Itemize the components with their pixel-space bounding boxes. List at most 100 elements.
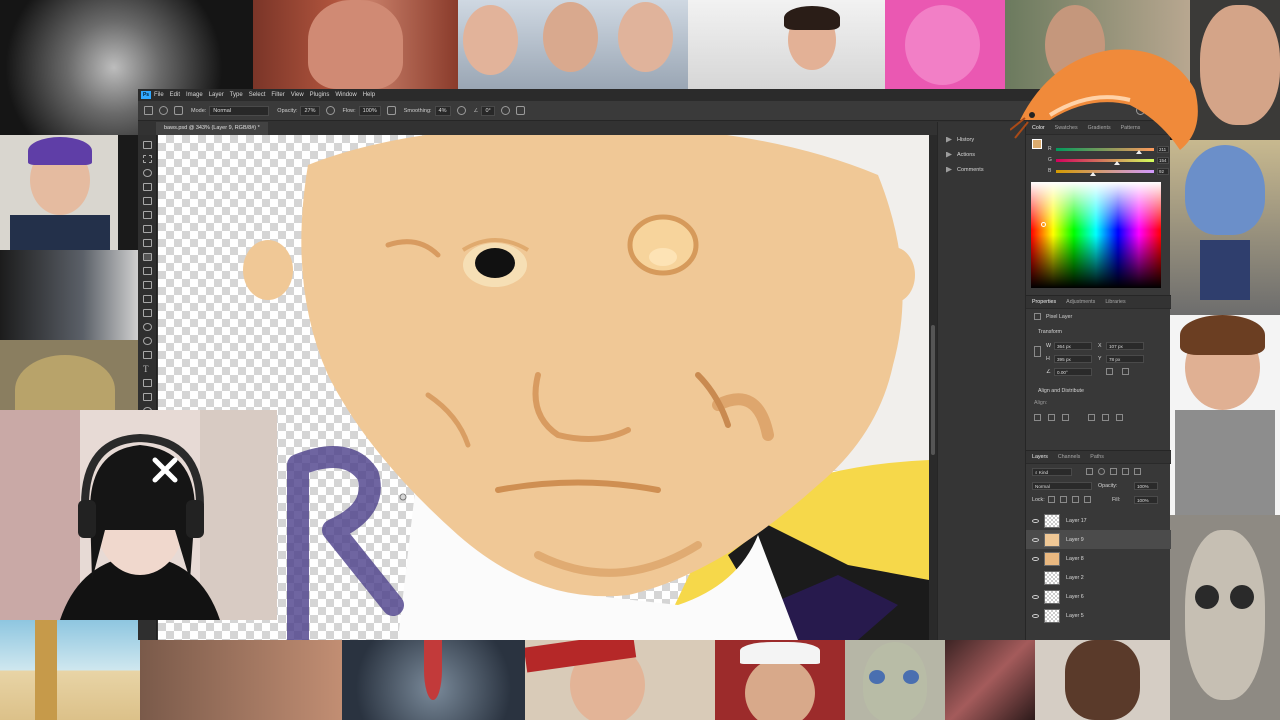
- history-brush-tool-icon[interactable]: [143, 281, 152, 289]
- height-input[interactable]: 395 px: [1054, 355, 1092, 363]
- x-input[interactable]: 107 px: [1106, 342, 1144, 350]
- align-left-icon[interactable]: [1034, 414, 1041, 421]
- dodge-tool-icon[interactable]: [143, 337, 152, 345]
- filter-type-icon[interactable]: [1110, 468, 1117, 475]
- menu-filter[interactable]: Filter: [271, 92, 284, 98]
- frame-tool-icon[interactable]: [143, 211, 152, 219]
- gear-icon[interactable]: [456, 106, 466, 115]
- menu-plugins[interactable]: Plugins: [310, 92, 330, 98]
- opacity-input[interactable]: 27%: [300, 105, 320, 116]
- gradient-tool-icon[interactable]: [143, 309, 152, 317]
- visibility-eye-icon[interactable]: [1032, 594, 1039, 599]
- path-select-tool-icon[interactable]: [143, 379, 152, 387]
- tab-adjustments[interactable]: Adjustments: [1066, 299, 1095, 305]
- width-input[interactable]: 364 px: [1054, 342, 1092, 350]
- align-center-h-icon[interactable]: [1048, 414, 1055, 421]
- menu-file[interactable]: File: [154, 92, 164, 98]
- blend-mode-select[interactable]: Normal: [1032, 482, 1092, 490]
- menu-select[interactable]: Select: [249, 92, 266, 98]
- move-tool-icon[interactable]: [143, 141, 152, 149]
- pen-tool-icon[interactable]: [143, 351, 152, 359]
- brush-tool-icon[interactable]: [143, 253, 152, 261]
- layer-opacity-input[interactable]: 100%: [1134, 482, 1158, 490]
- canvas-scrollbar[interactable]: [929, 135, 937, 640]
- visibility-eye-icon[interactable]: [1032, 537, 1039, 542]
- tab-layers[interactable]: Layers: [1032, 454, 1048, 460]
- menu-type[interactable]: Type: [230, 92, 243, 98]
- align-center-v-icon[interactable]: [1102, 414, 1109, 421]
- pressure-opacity-icon[interactable]: [325, 106, 335, 115]
- layer-row-6[interactable]: Layer 6: [1026, 587, 1171, 606]
- type-tool-icon[interactable]: T: [143, 364, 149, 374]
- quick-select-tool-icon[interactable]: [143, 183, 152, 191]
- stamp-tool-icon[interactable]: [143, 267, 152, 275]
- angle-input[interactable]: 0.00°: [1054, 368, 1092, 376]
- flip-horizontal-icon[interactable]: [1106, 368, 1113, 375]
- y-input[interactable]: 78 px: [1106, 355, 1144, 363]
- b-value[interactable]: 92: [1157, 168, 1169, 175]
- layer-row-9[interactable]: Layer 9: [1026, 530, 1171, 549]
- lock-transparent-icon[interactable]: [1048, 496, 1055, 503]
- align-bottom-icon[interactable]: [1116, 414, 1123, 421]
- tab-properties[interactable]: Properties: [1032, 299, 1056, 305]
- healing-tool-icon[interactable]: [143, 239, 152, 247]
- g-slider-knob[interactable]: [1114, 161, 1120, 165]
- spectrum-cursor[interactable]: [1041, 222, 1046, 227]
- layer-row-17[interactable]: Layer 17: [1026, 511, 1171, 530]
- lock-all-icon[interactable]: [1084, 496, 1091, 503]
- b-slider-knob[interactable]: [1090, 172, 1096, 176]
- home-icon[interactable]: [144, 106, 153, 115]
- brush-tool-icon[interactable]: [159, 106, 168, 115]
- menu-layer[interactable]: Layer: [209, 92, 224, 98]
- align-top-icon[interactable]: [1088, 414, 1095, 421]
- crop-tool-icon[interactable]: [143, 197, 152, 205]
- tab-libraries[interactable]: Libraries: [1105, 299, 1125, 305]
- eraser-tool-icon[interactable]: [143, 295, 152, 303]
- visibility-eye-icon[interactable]: [1032, 613, 1039, 618]
- layer-filter-kind[interactable]: ⌕ Kind: [1032, 468, 1072, 476]
- brush-settings-icon[interactable]: [174, 106, 183, 115]
- filter-shape-icon[interactable]: [1122, 468, 1129, 475]
- transform-heading[interactable]: Transform: [1038, 329, 1062, 335]
- menu-image[interactable]: Image: [186, 92, 203, 98]
- visibility-eye-icon[interactable]: [1032, 556, 1039, 561]
- layer-row-8[interactable]: Layer 8: [1026, 549, 1171, 568]
- marquee-tool-icon[interactable]: [143, 155, 152, 163]
- fill-input[interactable]: 100%: [1134, 496, 1158, 504]
- angle-input[interactable]: 0°: [481, 105, 495, 116]
- link-icon[interactable]: [1034, 346, 1041, 357]
- pressure-size-icon[interactable]: [500, 106, 510, 115]
- scrollbar-thumb[interactable]: [931, 325, 935, 455]
- flow-input[interactable]: 100%: [358, 105, 381, 116]
- color-spectrum[interactable]: [1031, 182, 1161, 288]
- align-right-icon[interactable]: [1062, 414, 1069, 421]
- b-slider[interactable]: [1056, 170, 1154, 176]
- filter-smart-icon[interactable]: [1134, 468, 1141, 475]
- align-heading[interactable]: Align and Distribute: [1038, 388, 1084, 394]
- mode-select[interactable]: Normal: [209, 105, 270, 116]
- shape-tool-icon[interactable]: [143, 393, 152, 401]
- panel-comments[interactable]: Comments: [938, 162, 1025, 177]
- visibility-eye-icon[interactable]: [1032, 518, 1039, 523]
- menu-view[interactable]: View: [291, 92, 304, 98]
- layer-row-2[interactable]: Layer 2: [1026, 568, 1171, 587]
- blur-tool-icon[interactable]: [143, 323, 152, 331]
- lock-position-icon[interactable]: [1072, 496, 1079, 503]
- lasso-tool-icon[interactable]: [143, 169, 152, 177]
- symmetry-icon[interactable]: [515, 106, 525, 115]
- menu-edit[interactable]: Edit: [170, 92, 180, 98]
- document-tab[interactable]: baws.psd @ 343% (Layer 9, RGB/8#) *: [156, 122, 268, 135]
- flip-vertical-icon[interactable]: [1122, 368, 1129, 375]
- filter-adjustment-icon[interactable]: [1098, 468, 1105, 475]
- tab-channels[interactable]: Channels: [1058, 454, 1080, 460]
- lock-image-icon[interactable]: [1060, 496, 1067, 503]
- menu-help[interactable]: Help: [363, 92, 375, 98]
- layer-row-5[interactable]: Layer 5: [1026, 606, 1171, 625]
- visibility-eye-icon[interactable]: [1032, 576, 1039, 580]
- tab-paths[interactable]: Paths: [1090, 454, 1104, 460]
- filter-pixel-icon[interactable]: [1086, 468, 1093, 475]
- smoothing-input[interactable]: 4%: [434, 105, 451, 116]
- eyedropper-tool-icon[interactable]: [143, 225, 152, 233]
- airbrush-icon[interactable]: [386, 106, 396, 115]
- menu-window[interactable]: Window: [335, 92, 356, 98]
